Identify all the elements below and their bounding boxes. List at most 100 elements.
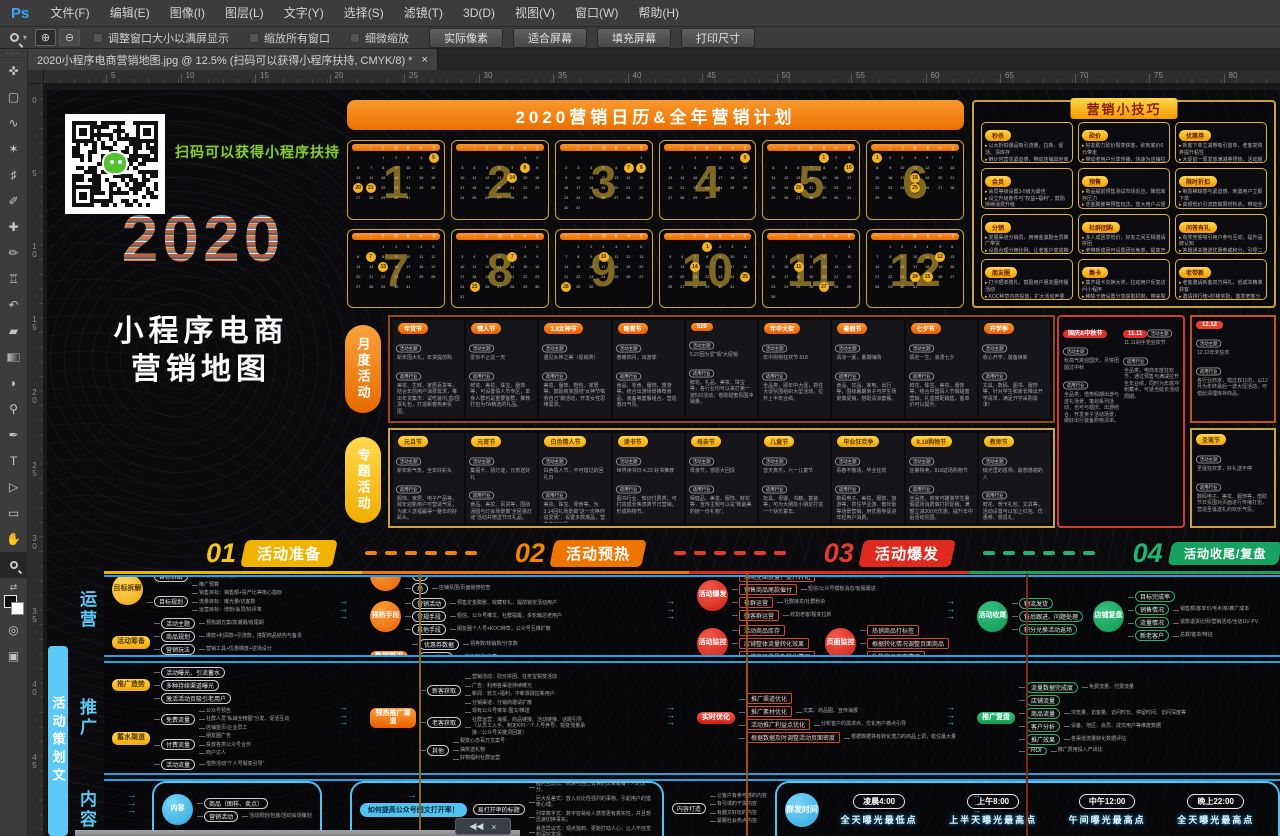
theme-label: 活动主题 xyxy=(542,344,567,352)
pen-tool[interactable]: ✒ xyxy=(0,422,27,448)
theme-label: 活动主题 xyxy=(982,344,1007,352)
background-color[interactable] xyxy=(11,602,24,615)
industry-text: 数码电子、美妆、服饰、旅游等，抓住毕业游、散伙饭等场景营销，用优惠券促进年轻用户… xyxy=(836,496,900,522)
panel-grip[interactable] xyxy=(0,49,27,58)
map-node: 有趣又好玩的内容 xyxy=(717,810,757,817)
lasso-tool[interactable]: ∿ xyxy=(0,110,27,136)
calendar-month-7: 一二三四五六日712345678910111213141516171819202… xyxy=(347,229,445,309)
ruler-mark: 30 xyxy=(484,71,493,80)
checkbox-icon[interactable] xyxy=(350,33,360,43)
menu-item-窗口(W)[interactable]: 窗口(W) xyxy=(565,0,628,26)
marquee-tool[interactable]: ▢ xyxy=(0,84,27,110)
map-node: 抽奖送礼物 xyxy=(460,747,485,754)
menu-item-图层(L)[interactable]: 图层(L) xyxy=(215,0,274,26)
clone-stamp-tool[interactable]: ♖ xyxy=(0,266,27,292)
gradient-tool[interactable] xyxy=(0,344,27,370)
menu-item-文字(Y)[interactable]: 文字(Y) xyxy=(274,0,334,26)
menu-item-帮助(H)[interactable]: 帮助(H) xyxy=(628,0,689,26)
industry-label: 适用行业 xyxy=(835,485,860,493)
menu-item-滤镜(T)[interactable]: 滤镜(T) xyxy=(394,0,453,26)
document-tab[interactable]: 2020小程序电商营销地图.jpg @ 12.5% (扫码可以获得小程序扶持, … xyxy=(28,49,438,70)
activity-name: 母亲节 xyxy=(691,436,721,447)
rewind-icon[interactable]: ◀◀ xyxy=(469,821,483,832)
industry-label: 适用行业 xyxy=(616,372,641,380)
poster-artwork: 扫码可以获得小程序扶持 2020 小程序电商 营销地图 2020营销日历&全年营… xyxy=(47,90,1280,836)
map-node: 优惠券数据 xyxy=(419,639,459,650)
button-填充屏幕[interactable]: 填充屏幕 xyxy=(597,28,671,48)
tip-label: 问答有礼 xyxy=(1179,222,1217,233)
map-node: 热销商品打标签 xyxy=(867,625,919,636)
magnifier-icon xyxy=(10,561,18,569)
tip-card-问答有礼: 问答有礼▸有奖竞答吸引用户参与互动，提升品牌认知▸答题通关赠送优惠券或积分，引导… xyxy=(1175,214,1267,255)
checkbox-细微缩放[interactable]: 细微缩放 xyxy=(350,30,409,46)
button-实际像素[interactable]: 实际像素 xyxy=(429,28,503,48)
color-swatches[interactable] xyxy=(4,595,24,615)
menu-item-选择(S)[interactable]: 选择(S) xyxy=(334,0,394,26)
brush-tool[interactable]: ✏ xyxy=(0,240,27,266)
activity-column-3.8女神节: 3.8女神节活动主题遇见女神之美（促销类）适用行业美妆、服饰、鞋包、家居等，鼓励… xyxy=(539,320,610,418)
schedule-items: 凌晨4:00全天曝光最低点上午8:00上半天曝光最高点中午12:00午间曝光最高… xyxy=(825,794,1270,826)
checkbox-调整窗口大小以满屏显示[interactable]: 调整窗口大小以满屏显示 xyxy=(93,30,229,46)
menu-item-文件(F)[interactable]: 文件(F) xyxy=(40,0,99,26)
industry-label: 适用行业 xyxy=(1123,357,1148,365)
calendar-month-11: 一二三四五六日111234567891011121314151617181920… xyxy=(762,229,860,309)
theme-text: 收心开学，装备焕新 xyxy=(983,355,1047,362)
quick-mask-button[interactable]: ◎ xyxy=(0,617,27,643)
eyedropper-tool[interactable]: ✐ xyxy=(0,188,27,214)
ruler-vertical: 051015202530354045 xyxy=(28,84,44,836)
menu-item-图像(I)[interactable]: 图像(I) xyxy=(160,0,215,26)
qr-code xyxy=(65,114,165,214)
option-buttons: 实际像素适合屏幕填充屏幕打印尺寸 xyxy=(429,28,765,48)
healing-brush-tool[interactable]: ✚ xyxy=(0,214,27,240)
zoom-tool-icon[interactable] xyxy=(10,33,19,42)
shape-tool[interactable]: ▭ xyxy=(0,500,27,526)
stage-underline xyxy=(104,571,1280,574)
tip-line: ▸打卡晒单赠礼，鼓励用户朋友圈传播活动 xyxy=(985,280,1069,294)
move-tool[interactable]: ✜ xyxy=(0,58,27,84)
checkbox-icon[interactable] xyxy=(93,33,103,43)
zoom-tool[interactable] xyxy=(0,552,27,578)
menu-item-编辑(E)[interactable]: 编辑(E) xyxy=(100,0,160,26)
blur-tool[interactable]: ◗ xyxy=(0,370,27,396)
tool-preset-caret-icon[interactable]: ▾ xyxy=(23,33,27,42)
tab-close-icon[interactable]: × xyxy=(421,54,427,66)
hand-tool[interactable]: ✋ xyxy=(0,526,27,552)
stage-badge-03: 活动爆发 xyxy=(858,540,956,567)
ruler-mark: 45 xyxy=(707,71,716,80)
theme-text: 年中购物狂欢节 618 xyxy=(763,355,827,362)
button-适合屏幕[interactable]: 适合屏幕 xyxy=(513,28,587,48)
taskbar-sliver[interactable] xyxy=(75,830,520,836)
swap-colors-icon[interactable]: ⇄ xyxy=(0,582,27,593)
mindmap-row-operations: 目标拆解目标拆解对比2019年活动结果设定同比增长指标推广预算目标规划销售目标：… xyxy=(104,575,1280,657)
calendar-days: 1234567891011121314151617181920212223242… xyxy=(560,242,648,292)
close-icon[interactable]: × xyxy=(491,822,496,832)
zoom-out-button[interactable]: ⊖ xyxy=(59,29,80,46)
checkbox-icon[interactable] xyxy=(249,33,259,43)
screen-mode-button[interactable]: ▣ xyxy=(0,643,27,669)
flow-arrows-icon: →→→ xyxy=(407,792,416,815)
checkbox-缩放所有窗口[interactable]: 缩放所有窗口 xyxy=(249,30,330,46)
industry-label: 适用行业 xyxy=(1196,483,1221,491)
menu-item-视图(V)[interactable]: 视图(V) xyxy=(505,0,565,26)
button-打印尺寸[interactable]: 打印尺寸 xyxy=(681,28,755,48)
industry-text: 鲜花、礼品、美妆、珠宝等，各行业均可以来打第一波520活动，借助甜蜜氛围冲销量。 xyxy=(690,380,754,406)
mindmap-row-content: 内容商品（图样、卖点）营销活动活动规划/包装/活动会场策划如何提高公众号图文打开… xyxy=(104,779,1280,836)
dodge-tool[interactable]: ⚲ xyxy=(0,396,27,422)
map-node: 微客群运营 xyxy=(739,610,779,621)
type-tool[interactable]: T xyxy=(0,448,27,474)
crop-tool[interactable]: ♯ xyxy=(0,162,27,188)
history-brush-tool[interactable]: ↶ xyxy=(0,292,27,318)
zoom-in-button[interactable]: ⊕ xyxy=(35,29,56,46)
mindmap-cell: 推广造势活动曝光、引流蓄水多种持续渠道曝光激活活动页吸引老用户蓄水渠道免费流量公… xyxy=(104,663,362,773)
magic-wand-tool[interactable]: ✶ xyxy=(0,136,27,162)
eraser-tool[interactable]: ▰ xyxy=(0,318,27,344)
map-node: 新客获取 xyxy=(427,685,461,696)
map-node: 推广素材优化 xyxy=(746,706,792,717)
map-node: 公众号预告 xyxy=(206,708,231,715)
menu-item-3D(D)[interactable]: 3D(D) xyxy=(453,0,505,26)
path-selection-tool[interactable]: ▷ xyxy=(0,474,27,500)
ruler-mark: 30 xyxy=(30,534,39,550)
ruler-mark: 35 xyxy=(558,71,567,80)
side-strip-label: 活动策划文 xyxy=(48,646,68,836)
tip-line: ▸好友助力砍价裂变获客，砍到底价0元带走 xyxy=(1082,143,1166,157)
